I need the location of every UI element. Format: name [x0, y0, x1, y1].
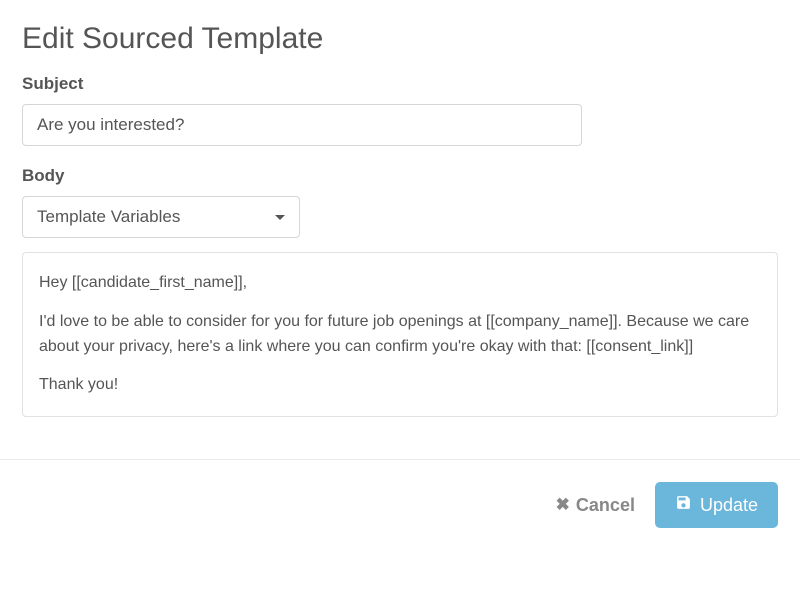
page-title: Edit Sourced Template	[22, 22, 778, 56]
subject-section: Subject	[22, 74, 778, 146]
update-button[interactable]: Update	[655, 482, 778, 528]
close-icon: ✖	[556, 495, 570, 515]
caret-down-icon	[275, 215, 285, 220]
cancel-button[interactable]: ✖ Cancel	[550, 487, 641, 524]
cancel-button-label: Cancel	[576, 495, 635, 516]
body-editor[interactable]: Hey [[candidate_first_name]], I'd love t…	[22, 252, 778, 417]
body-greeting: Hey [[candidate_first_name]],	[39, 271, 761, 296]
body-section: Body Template Variables Hey [[candidate_…	[22, 166, 778, 417]
subject-label: Subject	[22, 74, 778, 94]
update-button-label: Update	[700, 495, 758, 516]
footer-actions: ✖ Cancel Update	[0, 459, 800, 550]
save-icon	[675, 494, 692, 516]
body-label: Body	[22, 166, 778, 186]
body-closing: Thank you!	[39, 373, 761, 398]
dropdown-selected-label: Template Variables	[37, 207, 180, 227]
body-paragraph: I'd love to be able to consider for you …	[39, 310, 761, 360]
template-variables-dropdown[interactable]: Template Variables	[22, 196, 300, 238]
subject-input[interactable]	[22, 104, 582, 146]
